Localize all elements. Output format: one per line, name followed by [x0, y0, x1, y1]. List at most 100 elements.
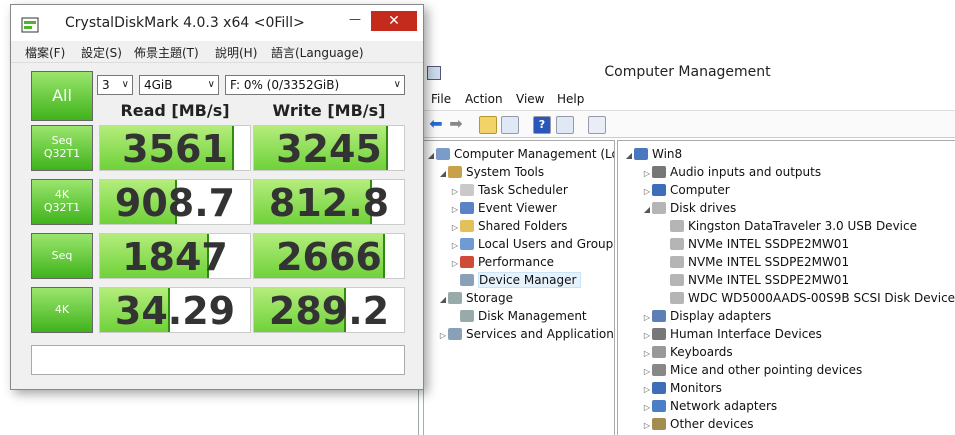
- tree-item[interactable]: NVMe INTEL SSDPE2MW01: [660, 253, 849, 271]
- test-button-0[interactable]: Seq Q32T1: [31, 125, 93, 171]
- test-button-3[interactable]: 4K: [31, 287, 93, 333]
- menu-action[interactable]: Action: [465, 92, 503, 106]
- comment-field[interactable]: [31, 345, 405, 375]
- write-result-value: 289.2: [268, 289, 390, 333]
- tree-item[interactable]: ▷ Mice and other pointing devices: [642, 361, 862, 379]
- tree-item[interactable]: ▷ Display adapters: [642, 307, 771, 325]
- expand-toggle-icon[interactable]: ◢: [624, 147, 634, 165]
- expand-toggle-icon[interactable]: ◢: [426, 147, 436, 165]
- tree-item[interactable]: ▷ Monitors: [642, 379, 722, 397]
- read-result-value: 908.7: [114, 181, 236, 225]
- disk-drive-icon: [670, 238, 684, 250]
- read-result-cell: 34.29: [99, 287, 251, 333]
- cdm-menubar: 檔案(F) 設定(S) 佈景主題(T) 說明(H) 語言(Language): [11, 41, 423, 63]
- computer-management-window: Computer Management File Action View Hel…: [418, 46, 955, 435]
- write-result-cell: 2666: [253, 233, 405, 279]
- write-result-value: 3245: [276, 127, 382, 171]
- tree-item[interactable]: ◢ System Tools: [438, 163, 544, 181]
- up-folder-icon[interactable]: [479, 116, 497, 134]
- expand-toggle-icon[interactable]: ◢: [438, 291, 448, 309]
- cdm-titlebar[interactable]: CrystalDiskMark 4.0.3 x64 <0Fill> — ✕: [11, 5, 423, 41]
- disk-management-icon: [460, 310, 474, 322]
- properties-icon[interactable]: [556, 116, 574, 134]
- menu-language[interactable]: 語言(Language): [271, 44, 364, 61]
- tree-item-label: NVMe INTEL SSDPE2MW01: [688, 237, 850, 251]
- close-icon[interactable]: ✕: [371, 11, 417, 31]
- expand-toggle-icon[interactable]: ▷: [438, 327, 448, 345]
- tree-item[interactable]: Kingston DataTraveler 3.0 USB Device: [660, 217, 917, 235]
- speaker-icon: [652, 166, 666, 178]
- test-button-2[interactable]: Seq: [31, 233, 93, 279]
- cm-titlebar[interactable]: Computer Management: [419, 46, 955, 94]
- test-label-line2: Q32T1: [43, 201, 81, 214]
- tree-item[interactable]: ▷ Human Interface Devices: [642, 325, 822, 343]
- tree-item-label: WDC WD5000AADS-00S9B SCSI Disk Device: [688, 291, 955, 305]
- services-icon: [448, 328, 462, 340]
- runs-value: 3: [102, 78, 110, 92]
- tree-item[interactable]: ▷ Network adapters: [642, 397, 777, 415]
- menu-help[interactable]: Help: [557, 92, 584, 106]
- drive-select[interactable]: F: 0% (0/3352GiB) ∨: [225, 75, 405, 95]
- tree-item[interactable]: ▷ Computer: [642, 181, 730, 199]
- back-arrow-icon[interactable]: ⬅: [427, 116, 445, 134]
- cm-menubar: File Action View Help: [419, 90, 955, 110]
- monitor-icon: [652, 184, 666, 196]
- tree-item-label: Local Users and Groups: [478, 237, 615, 251]
- tree-item[interactable]: ▷ Services and Applications: [438, 325, 615, 345]
- tree-item[interactable]: ◢ Disk drives: [642, 199, 736, 217]
- forward-arrow-icon[interactable]: ➡: [447, 116, 465, 134]
- shared-folders-icon: [460, 220, 474, 232]
- all-button[interactable]: All: [31, 71, 93, 121]
- menu-file-zh[interactable]: 檔案(F): [25, 44, 65, 61]
- show-hide-tree-icon[interactable]: [501, 116, 519, 134]
- runs-select[interactable]: 3 ∨: [97, 75, 133, 95]
- read-header: Read [MB/s]: [120, 101, 230, 120]
- tree-item[interactable]: ◢ Win8: [624, 145, 682, 163]
- tree-item[interactable]: Device Manager: [450, 271, 582, 289]
- tree-item[interactable]: Disk Management: [450, 307, 587, 325]
- test-button-1[interactable]: 4K Q32T1: [31, 179, 93, 225]
- tree-item[interactable]: ▷ Other devices: [642, 415, 754, 433]
- minimize-icon[interactable]: —: [344, 13, 366, 27]
- menu-help-zh[interactable]: 說明(H): [215, 44, 257, 61]
- tree-item-label: Network adapters: [670, 399, 778, 413]
- expand-toggle-icon[interactable]: ◢: [642, 201, 652, 219]
- tree-item[interactable]: ▷ Event Viewer: [450, 199, 557, 217]
- test-size-select[interactable]: 4GiB ∨: [139, 75, 219, 95]
- tree-item-label: Task Scheduler: [478, 183, 568, 197]
- cm-navigation-tree: ◢ Computer Management (Local ◢ System Tools…: [423, 140, 615, 435]
- tree-item[interactable]: ▷ Shared Folders: [450, 217, 567, 235]
- menu-settings-zh[interactable]: 設定(S): [81, 44, 122, 61]
- tree-item-label: Services and Applications: [466, 327, 615, 341]
- tree-item[interactable]: ◢ Computer Management (Local: [426, 145, 614, 165]
- menu-theme-zh[interactable]: 佈景主題(T): [134, 44, 199, 61]
- tree-item[interactable]: ▷ Task Scheduler: [450, 181, 568, 199]
- tree-item-label: Computer: [670, 183, 730, 197]
- scan-hardware-icon[interactable]: [588, 116, 606, 134]
- tree-item-label: Storage: [466, 291, 513, 305]
- tree-item[interactable]: ▷ Audio inputs and outputs: [642, 163, 821, 181]
- device-tree: ◢ Win8 ▷ Audio inputs and outputs ▷ Computer ◢…: [617, 140, 955, 435]
- menu-view[interactable]: View: [516, 92, 544, 106]
- test-size-value: 4GiB: [144, 78, 173, 92]
- tree-item[interactable]: NVMe INTEL SSDPE2MW01: [660, 235, 849, 253]
- tree-item[interactable]: ◢ Storage: [438, 289, 513, 307]
- crystaldiskmark-app-icon: [21, 17, 39, 33]
- write-result-value: 812.8: [268, 181, 390, 225]
- tree-item-label: Device Manager: [478, 272, 582, 288]
- tree-item[interactable]: WDC WD5000AADS-00S9B SCSI Disk Device: [660, 289, 955, 307]
- tree-item[interactable]: NVMe INTEL SSDPE2MW01: [660, 271, 849, 289]
- expand-toggle-icon[interactable]: ◢: [438, 165, 448, 183]
- tree-item[interactable]: ▷ Local Users and Groups: [450, 235, 615, 253]
- read-result-cell: 908.7: [99, 179, 251, 225]
- tree-item-label: Win8: [652, 147, 683, 161]
- help-icon[interactable]: ?: [533, 116, 551, 134]
- tree-item-label: Display adapters: [670, 309, 772, 323]
- menu-file[interactable]: File: [431, 92, 451, 106]
- test-label-line1: Seq: [51, 249, 73, 262]
- computer-icon: [634, 148, 648, 160]
- tree-item[interactable]: ▷ Performance: [450, 253, 554, 271]
- tree-item[interactable]: ▷ Keyboards: [642, 343, 733, 361]
- storage-icon: [448, 292, 462, 304]
- expand-toggle-icon[interactable]: ▷: [642, 417, 652, 435]
